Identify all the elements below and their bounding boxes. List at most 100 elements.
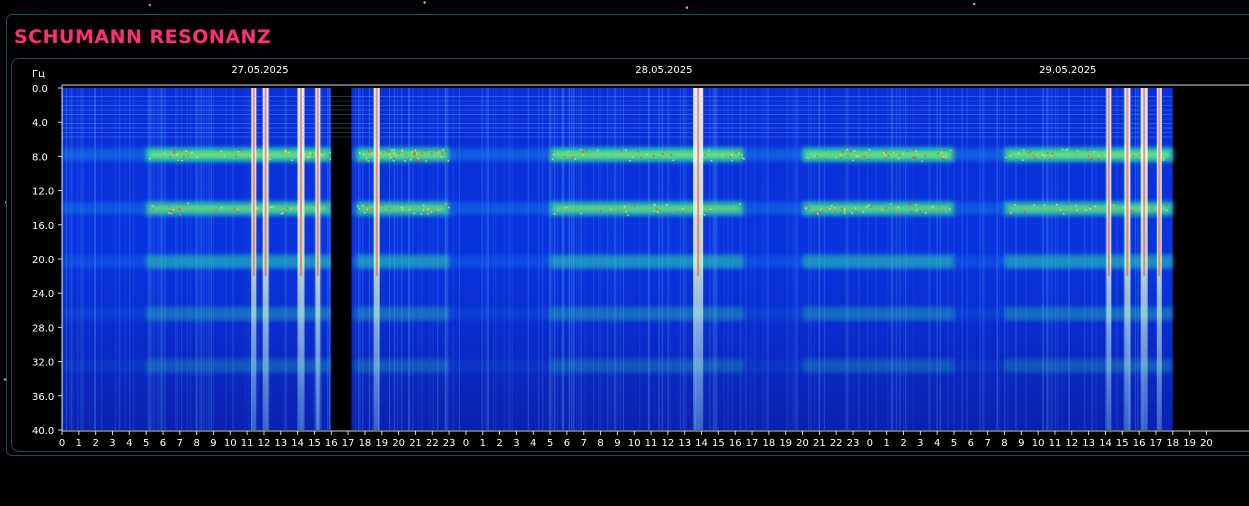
band-speckle <box>1088 159 1091 161</box>
x-tick-label: 6 <box>160 438 166 449</box>
band-speckle <box>361 204 364 207</box>
band-speckle <box>1098 158 1100 161</box>
band-speckle <box>1097 155 1100 158</box>
band-speckle <box>839 157 842 159</box>
band-speckle <box>906 150 908 152</box>
band-speckle <box>420 152 423 155</box>
band-speckle <box>382 148 384 151</box>
band-speckle <box>913 156 916 158</box>
band-speckle <box>1046 152 1049 154</box>
band-speckle <box>564 206 567 209</box>
x-tick-label: 9 <box>614 438 620 449</box>
band-speckle <box>1014 203 1016 206</box>
band-speckle <box>739 203 741 205</box>
band-speckle <box>593 159 595 161</box>
band-speckle <box>941 151 944 153</box>
band-speckle <box>738 149 740 152</box>
band-speckle <box>915 150 917 152</box>
band-speckle <box>862 211 865 213</box>
band-speckle <box>610 208 612 211</box>
band-speckle <box>437 151 439 153</box>
band-speckle <box>187 154 189 157</box>
band-segment <box>802 306 954 321</box>
band-speckle <box>1112 204 1115 206</box>
band-core <box>806 206 950 211</box>
band-speckle <box>942 155 944 158</box>
band-speckle <box>1165 209 1168 211</box>
band-speckle <box>290 207 292 209</box>
band-speckle <box>1154 211 1156 214</box>
band-speckle <box>865 206 868 208</box>
band-speckle <box>1162 157 1165 160</box>
band-speckle <box>944 156 947 158</box>
band-speckle <box>551 158 554 161</box>
band-speckle <box>582 154 584 156</box>
band-speckle <box>597 149 599 152</box>
band-speckle <box>892 151 894 154</box>
band-speckle <box>633 205 636 208</box>
x-tick-label: 14 <box>1099 438 1112 449</box>
band-speckle <box>410 159 412 161</box>
band-speckle <box>579 149 582 151</box>
band-speckle <box>1093 151 1095 153</box>
band-speckle <box>925 212 927 214</box>
x-tick-label: 8 <box>1001 438 1007 449</box>
band-speckle <box>440 155 443 158</box>
band-speckle <box>937 152 939 155</box>
band-speckle <box>1132 210 1135 213</box>
x-tick-label: 11 <box>241 438 254 449</box>
band-speckle <box>868 158 871 160</box>
x-tick-label: 4 <box>530 438 536 449</box>
band-speckle <box>231 149 233 152</box>
band-speckle <box>865 152 867 154</box>
band-speckle <box>1091 158 1094 160</box>
band-speckle <box>566 213 569 216</box>
signal-spike-core <box>1158 88 1161 277</box>
x-tick-label: 7 <box>581 438 587 449</box>
x-tick-label: 17 <box>1150 438 1163 449</box>
band-speckle <box>653 204 656 207</box>
band-speckle <box>417 157 419 160</box>
x-tick-label: 18 <box>1166 438 1179 449</box>
band-speckle <box>702 203 705 205</box>
band-speckle <box>435 210 438 213</box>
x-tick-label: 11 <box>645 438 658 449</box>
band-speckle <box>173 151 176 153</box>
band-speckle <box>1061 148 1064 151</box>
band-speckle <box>238 149 241 152</box>
band-speckle <box>910 211 912 213</box>
band-speckle <box>307 156 309 159</box>
x-tick-label: 7 <box>177 438 183 449</box>
band-speckle <box>390 156 392 159</box>
band-speckle <box>388 207 391 210</box>
band-speckle <box>442 159 445 162</box>
band-speckle <box>820 208 822 210</box>
band-speckle <box>215 209 218 211</box>
band-speckle <box>285 151 287 153</box>
band-speckle <box>897 157 900 160</box>
band-speckle <box>670 154 673 156</box>
y-tick-label: 20.0 <box>32 255 54 266</box>
band-speckle <box>1046 214 1048 216</box>
band-speckle <box>367 150 370 153</box>
band-speckle <box>413 152 415 155</box>
band-speckle <box>367 160 370 163</box>
x-tick-label: 6 <box>968 438 974 449</box>
date-label: 29.05.2025 <box>1039 65 1096 76</box>
band-speckle <box>227 214 229 216</box>
band-speckle <box>413 212 416 215</box>
band-speckle <box>553 213 556 215</box>
band-speckle <box>1077 148 1079 151</box>
y-axis-label: Гц <box>32 69 45 80</box>
x-tick-label: 3 <box>109 438 115 449</box>
x-tick-label: 1 <box>480 438 486 449</box>
band-speckle <box>672 159 675 162</box>
band-speckle <box>248 155 251 158</box>
band-speckle <box>806 204 809 206</box>
band-speckle <box>168 205 171 208</box>
band-speckle <box>388 153 391 156</box>
band-speckle <box>949 149 952 152</box>
band-speckle <box>326 158 328 161</box>
x-tick-label: 6 <box>564 438 570 449</box>
band-speckle <box>868 148 871 151</box>
